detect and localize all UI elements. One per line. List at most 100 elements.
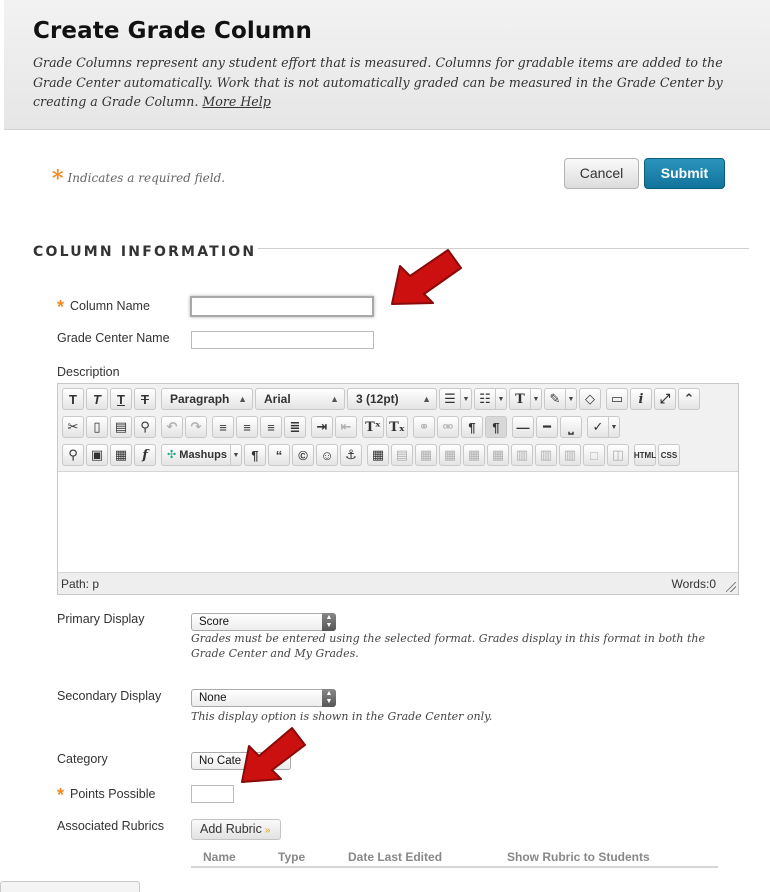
column-header-type[interactable]: Type [278,850,305,864]
column-name-input[interactable] [190,296,374,317]
numbered-list-button[interactable]: ☷ ▼ [474,388,507,410]
primary-display-select[interactable]: Score ▲ ▼ [191,613,336,631]
nonbreaking-space-icon[interactable]: ⎵ [560,416,582,438]
editor-path: Path: p [61,577,100,591]
superscript-icon[interactable]: Tˣ [362,416,384,438]
horizontal-rule-icon[interactable]: — [512,416,534,438]
bold-icon[interactable]: T [62,388,84,410]
css-button[interactable]: CSS [658,444,680,466]
insert-image-icon[interactable]: ▣ [86,444,108,466]
points-possible-label: * Points Possible [57,782,155,805]
cancel-button[interactable]: Cancel [564,158,639,189]
chevron-down-icon[interactable]: ▼ [609,416,620,438]
text-color-button[interactable]: T ▼ [509,388,542,410]
blockquote-icon[interactable]: “ [268,444,290,466]
ltr-icon[interactable]: ¶ [461,416,483,438]
more-help-link[interactable]: More Help [202,94,270,109]
align-left-icon[interactable]: ≡ [212,416,234,438]
category-label: Category [57,752,108,766]
category-value: No Cate [199,755,242,767]
primary-display-help: Grades must be entered using the selecte… [191,632,706,660]
info-icon[interactable]: i [630,388,652,410]
chevron-down-icon[interactable]: ▼ [566,388,577,410]
insert-col-after-icon[interactable]: ▥ [535,444,557,466]
bullet-list-icon: ☰ [439,388,461,410]
emoticon-icon[interactable]: ☺ [316,444,338,466]
eraser-icon[interactable]: ◇ [579,388,601,410]
preview-icon[interactable]: ▭ [606,388,628,410]
chevron-down-icon[interactable]: ▼ [231,444,242,466]
insert-row-after-icon[interactable]: ▦ [463,444,485,466]
find-icon[interactable]: ⚲ [134,416,156,438]
spellcheck-button[interactable]: ✓ ▼ [587,416,620,438]
link-icon[interactable]: ⚭ [413,416,435,438]
secondary-display-select[interactable]: None ▲ ▼ [191,689,336,707]
grade-center-name-input[interactable] [191,331,374,349]
rtl-icon[interactable]: ¶ [485,416,507,438]
paste-icon[interactable]: ▤ [110,416,132,438]
insert-media-icon[interactable]: ▦ [110,444,132,466]
copy-icon[interactable]: ▯ [86,416,108,438]
align-center-icon[interactable]: ≡ [236,416,258,438]
editor-content-area[interactable] [58,472,738,572]
subscript-icon[interactable]: Tₓ [386,416,408,438]
indent-icon[interactable]: ⇥ [311,416,333,438]
page-title: Create Grade Column [33,18,312,44]
unlink-icon[interactable]: ⚮ [437,416,459,438]
undo-icon[interactable]: ↶ [161,416,183,438]
paragraph-icon[interactable]: ¶ [244,444,266,466]
insert-table-icon[interactable]: ▦ [367,444,389,466]
underline-icon[interactable]: T [110,388,132,410]
table-row-props-icon[interactable]: ▤ [391,444,413,466]
thick-rule-icon[interactable]: ━ [536,416,558,438]
delete-row-icon[interactable]: ▦ [487,444,509,466]
points-possible-input[interactable] [191,785,234,803]
chevron-down-icon[interactable]: ▼ [496,388,507,410]
updown-icon: ▲ ▼ [322,613,336,631]
font-select[interactable]: Arial ▲ [255,388,345,410]
table-cell-props-icon[interactable]: ▦ [415,444,437,466]
page-description: Grade Columns represent any student effo… [33,53,748,112]
html-button[interactable]: HTML [634,444,656,466]
updown-icon: ▲ [330,394,339,404]
align-right-icon[interactable]: ≡ [260,416,282,438]
required-star-icon: * [57,297,65,317]
split-cells-icon[interactable]: □ [583,444,605,466]
chevron-down-icon[interactable]: ▼ [531,388,542,410]
mashups-button[interactable]: ✣ Mashups ▼ [161,444,242,466]
submit-button[interactable]: Submit [644,158,725,189]
column-header-name[interactable]: Name [203,850,236,864]
italic-icon[interactable]: T [86,388,108,410]
bullet-list-button[interactable]: ☰ ▼ [439,388,472,410]
chevron-down-icon: » [264,825,271,836]
column-header-date-edited[interactable]: Date Last Edited [348,850,442,864]
format-select[interactable]: Paragraph ▲ [161,388,253,410]
cut-icon[interactable]: ✂ [62,416,84,438]
strikethrough-icon[interactable]: T [134,388,156,410]
highlight-button[interactable]: ✎ ▼ [544,388,577,410]
spellcheck-icon: ✓ [587,416,609,438]
format-select-value: Paragraph [170,392,230,406]
attach-file-icon[interactable]: ⚲ [62,444,84,466]
insert-col-before-icon[interactable]: ▥ [511,444,533,466]
resize-handle-icon[interactable] [726,582,736,592]
required-note-text: Indicates a required field. [67,171,226,185]
page-description-text: Grade Columns represent any student effo… [33,55,723,109]
copyright-icon[interactable]: © [292,444,314,466]
redo-icon[interactable]: ↷ [185,416,207,438]
merge-cells-icon[interactable]: ◫ [607,444,629,466]
font-select-value: Arial [264,392,291,406]
column-header-show-rubric[interactable]: Show Rubric to Students [507,850,650,864]
justify-icon[interactable]: ≣ [284,416,306,438]
collapse-toolbar-icon[interactable]: ⌃ [678,388,700,410]
grade-center-name-label: Grade Center Name [57,331,170,345]
add-rubric-button[interactable]: Add Rubric» [191,819,281,840]
delete-col-icon[interactable]: ▥ [559,444,581,466]
size-select[interactable]: 3 (12pt) ▲ [347,388,437,410]
outdent-icon[interactable]: ⇤ [335,416,357,438]
fullscreen-icon[interactable]: ⤢ [654,388,676,410]
math-formula-icon[interactable]: f [134,444,156,466]
insert-row-before-icon[interactable]: ▦ [439,444,461,466]
anchor-icon[interactable]: ⚓ [340,444,362,466]
chevron-down-icon[interactable]: ▼ [461,388,472,410]
